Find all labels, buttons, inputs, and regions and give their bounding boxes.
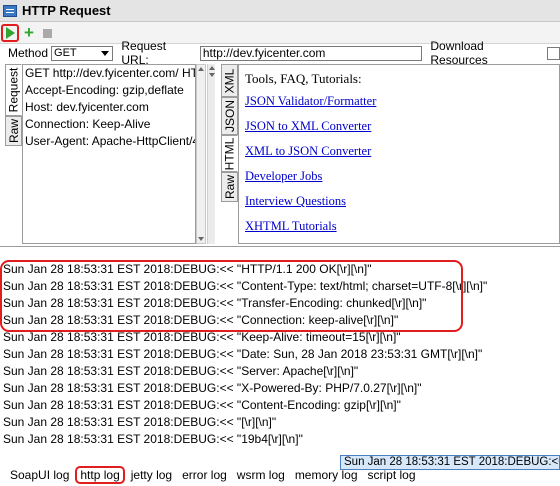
tab-response-raw-label: Raw [222,174,237,200]
tab-soapui-log[interactable]: SoapUI log [10,468,69,482]
collapse-up-icon [209,66,215,70]
highlight-annotation [0,260,463,332]
request-editor[interactable]: GET http://dev.fyicenter.com/ HTTP Accep… [22,64,196,244]
method-label: Method [8,46,49,60]
play-icon [5,27,15,39]
response-viewer: Tools, FAQ, Tutorials: JSON Validator/Fo… [238,64,560,244]
method-select[interactable]: GET [51,45,114,61]
tab-request[interactable]: Request [5,64,22,116]
request-line: User-Agent: Apache-HttpClient/4.1 [25,134,196,148]
log-tabs: SoapUI log http log jetty log error log … [0,464,560,486]
log-line: Sun Jan 28 18:53:31 EST 2018:DEBUG:<< "X… [3,381,422,395]
tab-http-log[interactable]: http log [75,466,125,484]
link-xhtml-tutorials[interactable]: XHTML Tutorials [245,219,337,234]
window-title: HTTP Request [22,3,111,18]
method-value: GET [54,47,77,59]
request-bar: Method GET Request URL: http://dev.fyice… [0,39,560,67]
log-line: Sun Jan 28 18:53:31 EST 2018:DEBUG:<< "D… [3,347,483,361]
tab-xml-label: XML [222,68,237,93]
link-xml-to-json[interactable]: XML to JSON Converter [245,144,371,159]
tab-html[interactable]: HTML [221,135,238,172]
stop-icon [42,28,52,38]
download-resources-label: Download Resources [430,39,488,67]
link-json-validator[interactable]: JSON Validator/Formatter [245,94,376,109]
download-resources-checkbox[interactable] [547,46,560,60]
stop-button[interactable] [38,24,56,42]
split-divider[interactable] [207,64,215,244]
request-line: Connection: Keep-Alive [25,117,151,131]
log-line: Sun Jan 28 18:53:31 EST 2018:DEBUG:<< "1… [3,432,303,446]
tab-json-label: JSON [222,99,237,133]
log-line: Sun Jan 28 18:53:31 EST 2018:DEBUG:<< "C… [3,398,401,412]
collapse-down-icon [209,73,215,77]
link-json-to-xml[interactable]: JSON to XML Converter [245,119,371,134]
tab-xml[interactable]: XML [221,64,238,97]
log-line: Sun Jan 28 18:53:31 EST 2018:DEBUG:<< "[… [3,415,277,429]
chevron-down-icon [101,50,110,56]
tab-request-raw[interactable]: Raw [5,116,22,146]
tab-response-raw[interactable]: Raw [221,172,238,202]
url-input[interactable]: http://dev.fyicenter.com [199,45,423,61]
tab-request-label: Request [6,67,21,113]
scroll-up-icon [198,67,204,71]
request-scrollbar[interactable] [196,64,206,244]
tab-memory-log[interactable]: memory log [295,468,358,482]
response-heading: Tools, FAQ, Tutorials: [245,71,362,86]
scroll-down-icon [198,237,204,241]
http-log-panel[interactable]: Sun Jan 28 18:53:31 EST 2018:DEBUG:<< "H… [0,246,560,456]
tab-json[interactable]: JSON [221,97,238,135]
url-label: Request URL: [121,39,167,67]
window-icon [3,4,17,17]
add-button[interactable]: + [20,24,38,42]
tab-request-raw-label: Raw [6,118,21,144]
request-line: Host: dev.fyicenter.com [25,100,149,114]
tab-html-label: HTML [222,137,237,170]
title-bar: HTTP Request [0,0,560,22]
run-button[interactable] [1,24,19,42]
tab-error-log[interactable]: error log [182,468,227,482]
link-interview-questions[interactable]: Interview Questions [245,194,346,209]
log-line: Sun Jan 28 18:53:31 EST 2018:DEBUG:<< "S… [3,364,359,378]
request-line: Accept-Encoding: gzip,deflate [25,83,184,97]
tab-wsrm-log[interactable]: wsrm log [237,468,285,482]
request-line: GET http://dev.fyicenter.com/ HTTP [25,66,196,80]
link-developer-jobs[interactable]: Developer Jobs [245,169,322,184]
tab-jetty-log[interactable]: jetty log [131,468,172,482]
tab-script-log[interactable]: script log [368,468,416,482]
